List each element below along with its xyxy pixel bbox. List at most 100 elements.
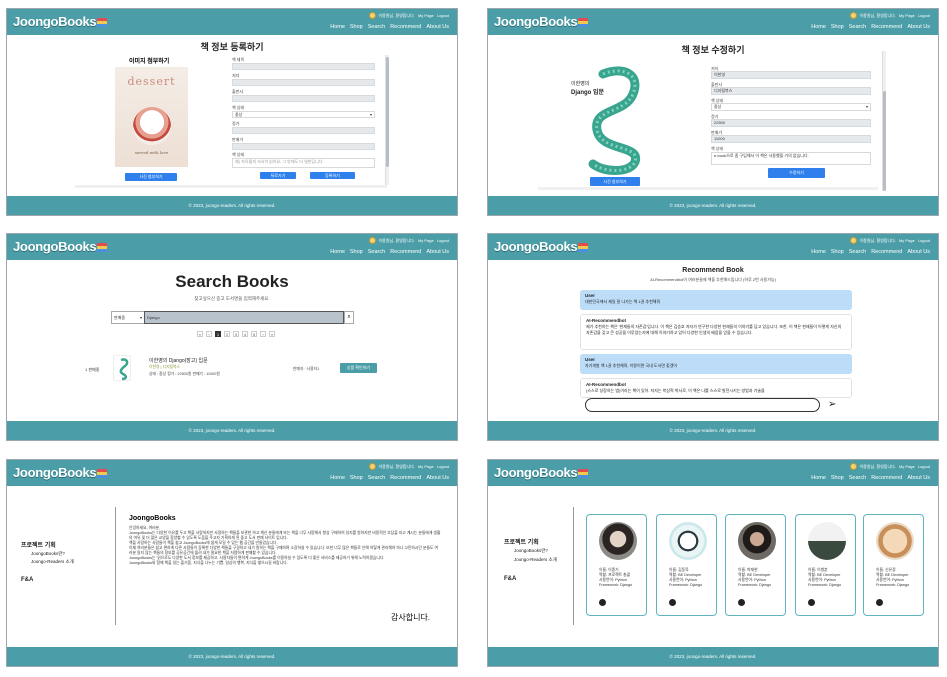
sidebar-item-about[interactable]: JoongoBooks란?: [31, 551, 65, 557]
site-logo[interactable]: JoongoBooks: [13, 465, 108, 480]
github-icon[interactable]: [876, 599, 883, 606]
author-input[interactable]: 이한영: [711, 71, 871, 79]
nav-shop[interactable]: Shop: [350, 249, 363, 255]
publisher-input[interactable]: 디지털북스: [711, 87, 871, 95]
nav-shop[interactable]: Shop: [831, 24, 844, 30]
description-textarea[interactable]: 예) 자유롭게 서서히 읽어요, 그 밖에도 더 엿한답니다.: [232, 158, 375, 168]
nav-search[interactable]: Search: [849, 475, 866, 481]
logout-link[interactable]: Logout: [437, 13, 449, 18]
result-title[interactable]: 이한영의 Django(장고) 입문: [149, 357, 208, 364]
nav-home[interactable]: Home: [811, 475, 826, 481]
page-1[interactable]: 1: [215, 331, 221, 337]
attach-photo-button[interactable]: 사진 첨부하기: [125, 173, 177, 181]
nav-about[interactable]: About Us: [426, 475, 449, 481]
price-input[interactable]: [232, 127, 375, 134]
nav-shop[interactable]: Shop: [350, 475, 363, 481]
nav-search[interactable]: Search: [849, 249, 866, 255]
page-4[interactable]: 4: [242, 331, 248, 337]
logout-link[interactable]: Logout: [437, 238, 449, 243]
nav-recommend[interactable]: Recommend: [871, 249, 902, 255]
logout-link[interactable]: Logout: [918, 238, 930, 243]
nav-about[interactable]: About Us: [907, 249, 930, 255]
site-logo[interactable]: JoongoBooks: [13, 14, 108, 29]
nav-about[interactable]: About Us: [907, 24, 930, 30]
my-page-link[interactable]: My Page: [418, 238, 434, 243]
attach-photo-button[interactable]: 사진 첨부하기: [590, 177, 640, 186]
my-page-link[interactable]: My Page: [899, 464, 915, 469]
author-input[interactable]: [232, 79, 375, 86]
sale-price-input[interactable]: [232, 143, 375, 150]
publisher-input[interactable]: [232, 95, 375, 102]
nav-search[interactable]: Search: [368, 24, 385, 30]
condition-select[interactable]: 중상 ▾: [711, 103, 871, 111]
nav-home[interactable]: Home: [811, 24, 826, 30]
nav-home[interactable]: Home: [330, 24, 345, 30]
site-logo[interactable]: JoongoBooks: [494, 14, 589, 29]
nav-shop[interactable]: Shop: [831, 475, 844, 481]
view-product-button[interactable]: 상품 확인하기: [340, 363, 377, 373]
register-button[interactable]: 등록하기: [310, 172, 355, 179]
page-2[interactable]: 2: [224, 331, 230, 337]
search-icon[interactable]: ⌕: [344, 311, 354, 324]
condition-value: 중상: [714, 104, 722, 109]
update-button[interactable]: 수정하기: [768, 168, 825, 178]
github-icon[interactable]: [808, 599, 815, 606]
page-next[interactable]: ›: [260, 331, 266, 337]
nav-search[interactable]: Search: [368, 249, 385, 255]
site-logo[interactable]: JoongoBooks: [13, 239, 108, 254]
horizontal-scrollbar[interactable]: [75, 185, 387, 188]
site-logo[interactable]: JoongoBooks: [494, 239, 589, 254]
nav-recommend[interactable]: Recommend: [390, 475, 421, 481]
search-input[interactable]: Django: [144, 311, 344, 324]
page-5[interactable]: 5: [251, 331, 257, 337]
my-page-link[interactable]: My Page: [418, 13, 434, 18]
github-icon[interactable]: [599, 599, 606, 606]
page-last[interactable]: »: [269, 331, 275, 337]
my-page-link[interactable]: My Page: [899, 238, 915, 243]
sidebar-item-about[interactable]: JoongoBooks란?: [514, 548, 548, 554]
logo-text: JoongoBooks: [494, 239, 578, 254]
page-first[interactable]: «: [197, 331, 203, 337]
sale-price-input[interactable]: 11000: [711, 135, 871, 143]
page-prev[interactable]: ‹: [206, 331, 212, 337]
result-thumbnail[interactable]: [113, 355, 131, 381]
back-button[interactable]: 뒤로가기: [260, 172, 296, 179]
nav-home[interactable]: Home: [330, 475, 345, 481]
chat-input[interactable]: [585, 398, 820, 412]
nav-recommend[interactable]: Recommend: [390, 249, 421, 255]
logout-link[interactable]: Logout: [918, 464, 930, 469]
github-icon[interactable]: [738, 599, 745, 606]
nav-recommend[interactable]: Recommend: [871, 475, 902, 481]
my-page-link[interactable]: My Page: [899, 13, 915, 18]
nav-shop[interactable]: Shop: [350, 24, 363, 30]
nav-about[interactable]: About Us: [426, 24, 449, 30]
nav-home[interactable]: Home: [330, 249, 345, 255]
nav-shop[interactable]: Shop: [831, 249, 844, 255]
price-input[interactable]: 22500: [711, 119, 871, 127]
sidebar-faq[interactable]: F&A: [21, 577, 33, 583]
title-input[interactable]: [232, 63, 375, 70]
nav-recommend[interactable]: Recommend: [871, 24, 902, 30]
my-page-link[interactable]: My Page: [418, 464, 434, 469]
send-icon[interactable]: ➢: [828, 400, 836, 410]
nav-search[interactable]: Search: [849, 24, 866, 30]
sidebar-item-team[interactable]: Joongo-Readers 소개: [31, 559, 74, 565]
horizontal-scrollbar[interactable]: [538, 187, 878, 190]
site-logo[interactable]: JoongoBooks: [494, 465, 589, 480]
nav-search[interactable]: Search: [368, 475, 385, 481]
nav-recommend[interactable]: Recommend: [390, 24, 421, 30]
logout-link[interactable]: Logout: [918, 13, 930, 18]
sidebar-faq[interactable]: F&A: [504, 576, 516, 582]
logout-link[interactable]: Logout: [437, 464, 449, 469]
filter-select[interactable]: 판매중 ▾: [111, 311, 145, 324]
page-3[interactable]: 3: [233, 331, 239, 337]
sidebar-item-team[interactable]: Joongo-Readers 소개: [514, 557, 557, 563]
nav-home[interactable]: Home: [811, 249, 826, 255]
description-textarea[interactable]: e-book으로 좀 구입해서 이 책은 사용했을 거의 없습니다.: [711, 152, 871, 165]
condition-select[interactable]: 중상 ▾: [232, 111, 375, 118]
github-icon[interactable]: [669, 599, 676, 606]
scrollbar[interactable]: [385, 55, 389, 185]
scrollbar[interactable]: [882, 51, 886, 191]
nav-about[interactable]: About Us: [426, 249, 449, 255]
nav-about[interactable]: About Us: [907, 475, 930, 481]
